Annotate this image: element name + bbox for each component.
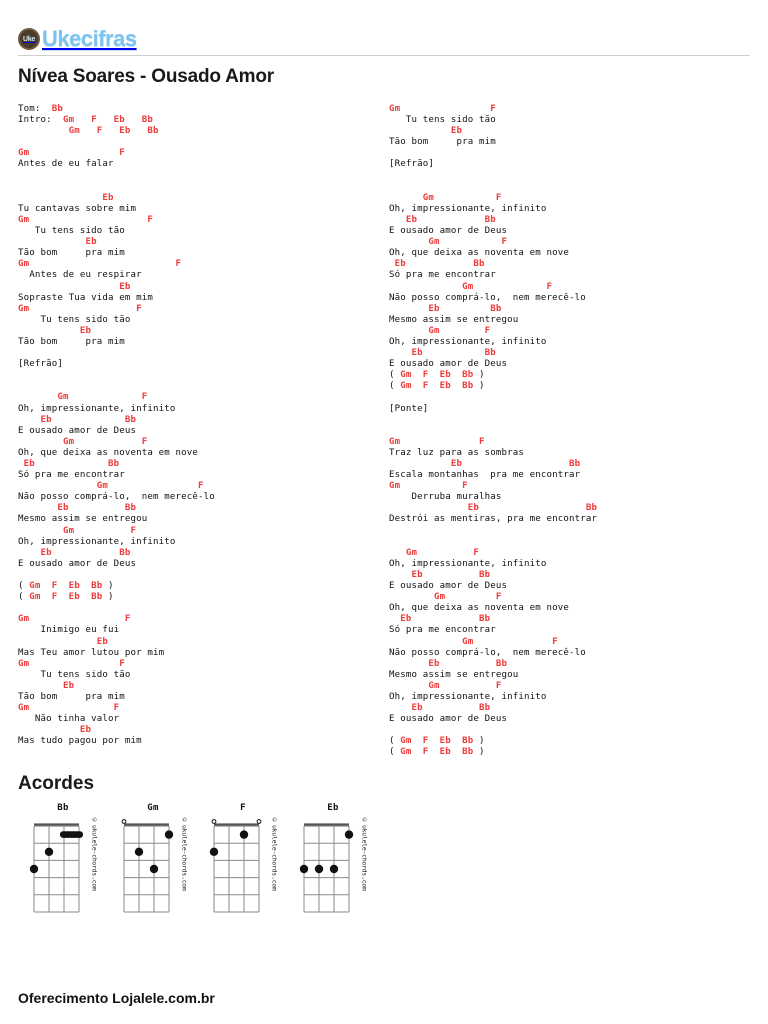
chord-diagram-f: F © ukulele-chords.com	[209, 802, 279, 914]
fretboard-diagram	[29, 822, 83, 913]
chord-source-credit: © ukulele-chords.com	[180, 815, 189, 891]
chord-diagram-bb: Bb © ukulele-chords.com	[29, 802, 99, 914]
chord-sheet: Tom: Bb Intro: Gm F Eb Bb Gm F Eb Bb Gm …	[18, 104, 750, 759]
acordes-heading: Acordes	[18, 772, 95, 794]
site-logo[interactable]: Uke Ukecifras	[18, 26, 137, 51]
chord-source-credit: © ukulele-chords.com	[360, 815, 369, 891]
fretboard-diagram	[121, 818, 173, 913]
chord-source-credit: © ukulele-chords.com	[90, 815, 99, 891]
fretboard-diagram	[209, 818, 261, 913]
cifra-text-left: Tom: Bb Intro: Gm F Eb Bb Gm F Eb Bb Gm …	[18, 104, 215, 747]
chord-name-label: Eb	[327, 802, 339, 813]
header-divider	[18, 55, 750, 56]
site-logo-text: Ukecifras	[42, 26, 137, 51]
chord-source-credit: © ukulele-chords.com	[270, 815, 279, 891]
chord-name-label: Bb	[57, 802, 69, 813]
uke-badge-icon: Uke	[18, 28, 40, 50]
chord-sheet-column-right: Gm F Tu tens sido tão Eb Tão bom pra mim…	[384, 104, 750, 759]
chord-sheet-column-left: Tom: Bb Intro: Gm F Eb Bb Gm F Eb Bb Gm …	[18, 104, 384, 747]
chord-diagram-eb: Eb © ukulele-chords.com	[299, 802, 369, 914]
chord-name-label: Gm	[147, 802, 159, 813]
page-root: Uke Ukecifras Nívea Soares - Ousado Amor…	[0, 0, 768, 1024]
chord-diagram-row: Bb © ukulele-chords.com Gm © ukulele-chords…	[18, 803, 750, 914]
page-title: Nívea Soares - Ousado Amor	[18, 66, 274, 87]
chord-diagram-gm: Gm © ukulele-chords.com	[120, 802, 189, 914]
fretboard-diagram	[299, 822, 353, 913]
footer-text: Oferecimento Lojalele.com.br	[18, 990, 215, 1006]
cifra-text-right: Gm F Tu tens sido tão Eb Tão bom pra mim…	[389, 104, 598, 758]
site-header: Uke Ukecifras	[18, 0, 750, 55]
chord-name-label: F	[240, 802, 246, 813]
